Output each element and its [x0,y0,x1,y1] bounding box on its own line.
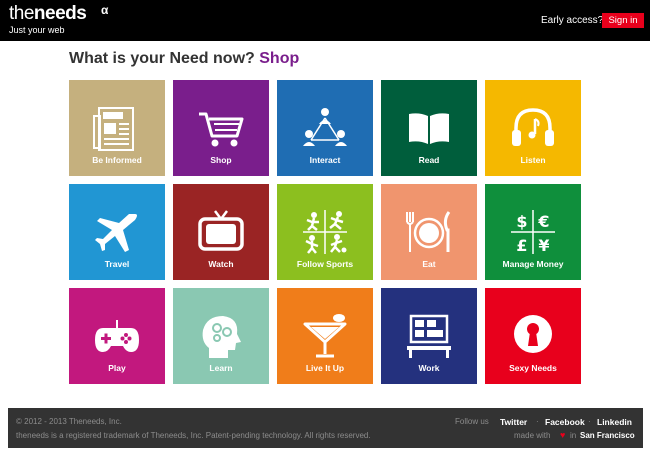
social-network-icon [303,108,347,146]
newspaper-icon [93,107,134,151]
tile-sexy-needs[interactable]: Sexy Needs [485,288,581,384]
tile-label: Interact [309,155,341,165]
sign-in-button[interactable]: Sign in [602,13,644,28]
tile-learn[interactable]: Learn [173,288,269,384]
tile-label: Work [418,363,440,373]
follow-us-label: Follow us [455,417,489,426]
heart-icon: ♥ [560,430,566,440]
linkedin-link[interactable]: Linkedin [597,417,632,427]
headphones-icon [512,108,554,146]
svg-text:$: $ [516,212,527,231]
trademark-text: theneeds is a registered trademark of Th… [16,431,371,440]
early-access-text: Early access? [541,15,604,26]
svg-text:£: £ [516,236,527,255]
tile-shop[interactable]: Shop [173,80,269,176]
currency-icon: $ € £ ¥ [511,210,555,255]
open-book-icon [409,113,449,144]
tile-read[interactable]: Read [381,80,477,176]
link-separator: · [588,417,591,426]
tile-label: Be Informed [92,155,142,165]
plate-cutlery-icon [406,211,451,252]
tile-label: Live It Up [305,363,345,373]
copyright-text: © 2012 - 2013 Theneeds, Inc. [16,417,122,426]
tile-watch[interactable]: Watch [173,184,269,280]
tile-label: Eat [422,259,436,269]
tile-label: Travel [104,259,130,269]
top-bar: theneeds α Just your web Early access? S… [0,0,650,41]
shopping-cart-icon [199,112,244,147]
keyhole-icon [514,315,552,353]
tile-travel[interactable]: Travel [69,184,165,280]
tile-be-informed[interactable]: Be Informed [69,80,165,176]
page-title-question: What is your Need now? [69,50,255,67]
desk-computer-icon [407,314,451,358]
in-text: in [570,431,577,440]
footer: © 2012 - 2013 Theneeds, Inc. theneeds is… [8,408,643,448]
svg-text:€: € [537,212,549,231]
tile-listen[interactable]: Listen [485,80,581,176]
tile-label: Follow Sports [296,259,354,269]
tile-live-it-up[interactable]: Live It Up [277,288,373,384]
sports-icon [303,210,347,254]
city-text: San Francisco [580,431,635,440]
tile-label: Sexy Needs [509,363,557,373]
page-title: What is your Need now? Shop [69,50,299,68]
tile-label: Play [108,363,126,373]
tile-label: Read [418,155,440,165]
tile-play[interactable]: Play [69,288,165,384]
cocktail-icon [303,314,347,358]
tagline: Just your web [9,25,65,35]
tile-interact[interactable]: Interact [277,80,373,176]
logo-wordmark-thin: the [9,3,34,24]
made-with-text: made with [514,431,551,440]
airplane-icon [95,214,137,252]
tile-manage-money[interactable]: $ € £ ¥ Manage Money [485,184,581,280]
tile-work[interactable]: Work [381,288,477,384]
alpha-badge: α [101,3,109,17]
page-title-current-need: Shop [259,50,300,67]
tile-follow-sports[interactable]: Follow Sports [277,184,373,280]
svg-text:¥: ¥ [538,236,549,255]
logo[interactable]: theneeds α Just your web [9,3,108,35]
gamepad-icon [95,320,139,352]
tile-eat[interactable]: Eat [381,184,477,280]
tile-label: Listen [520,155,546,165]
television-icon [198,210,244,251]
tile-label: Manage Money [502,259,564,269]
tile-label: Watch [208,259,234,269]
link-separator: · [536,417,539,426]
twitter-link[interactable]: Twitter [500,417,527,427]
tile-label: Learn [209,363,233,373]
facebook-link[interactable]: Facebook [545,417,585,427]
brain-head-icon [202,316,241,358]
logo-wordmark-bold: needs [33,3,87,24]
logo-wordmark: theneeds [9,3,87,24]
tile-label: Shop [210,155,232,165]
